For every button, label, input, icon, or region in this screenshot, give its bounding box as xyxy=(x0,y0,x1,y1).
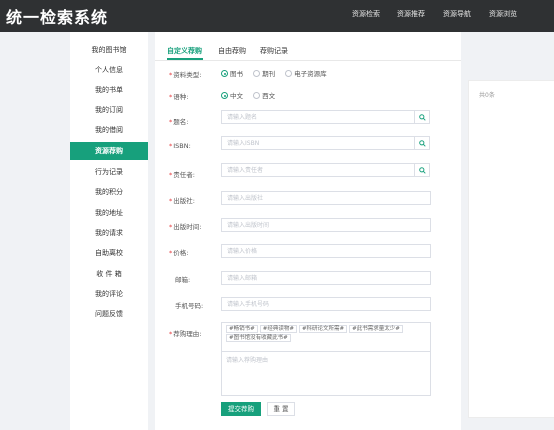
nav-resource-recommend[interactable]: 资源推荐 xyxy=(397,9,425,19)
radio-e-resource[interactable]: 电子资源库 xyxy=(285,68,327,78)
nav-resource-navigation[interactable]: 资源导航 xyxy=(443,9,471,19)
tab-recommend-records[interactable]: 荐购记录 xyxy=(260,46,288,56)
reason-tags: #畅销书# #经典读物# #科研论文所需# #此书需求量太少# #图书馆没有收藏此书# xyxy=(226,325,428,343)
radio-western[interactable]: 西文 xyxy=(253,90,275,100)
phone-label: 手机号码: xyxy=(175,302,204,310)
top-bar: 统一检索系统 资源检索 资源推荐 资源导航 资源浏览 xyxy=(0,0,554,32)
isbn-search-button[interactable] xyxy=(414,136,430,150)
sidebar-item-checkout[interactable]: 自助离校 xyxy=(70,244,148,262)
sidebar-item-comments[interactable]: 我的评论 xyxy=(70,285,148,303)
sidebar-item-profile[interactable]: 个人信息 xyxy=(70,61,148,79)
resource-type-label: *资料类型: xyxy=(169,71,202,79)
app-title: 统一检索系统 xyxy=(6,8,109,27)
sidebar-item-requests[interactable]: 我的请求 xyxy=(70,224,148,242)
title-input[interactable] xyxy=(221,110,415,124)
nav-resource-browse[interactable]: 资源浏览 xyxy=(489,9,517,19)
publisher-input[interactable] xyxy=(221,191,431,205)
radio-chinese[interactable]: 中文 xyxy=(221,90,243,100)
reason-label: *荐购理由: xyxy=(169,330,202,338)
tab-custom-recommend[interactable]: 自定义荐购 xyxy=(167,46,202,56)
reason-tag[interactable]: #经典读物# xyxy=(259,325,297,333)
title-search-button[interactable] xyxy=(414,110,430,124)
sidebar: 我的图书馆 个人信息 我的书单 我的订阅 我的借阅 资源荐购 行为记录 我的积分… xyxy=(70,32,148,430)
title-label: *题名: xyxy=(169,118,189,126)
submit-recommend-button[interactable]: 提交荐购 xyxy=(221,402,261,416)
publisher-label: *出版社: xyxy=(169,197,195,205)
search-icon xyxy=(419,140,426,147)
sidebar-item-address[interactable]: 我的地址 xyxy=(70,204,148,222)
author-label: *责任者: xyxy=(169,171,195,179)
records-count: 共0条 xyxy=(479,92,495,99)
email-label: 邮箱: xyxy=(175,276,191,284)
language-label: *语种: xyxy=(169,93,189,101)
sidebar-item-recommend[interactable]: 资源荐购 xyxy=(70,142,148,160)
radio-book[interactable]: 图书 xyxy=(221,68,243,78)
search-icon xyxy=(419,167,426,174)
sidebar-item-booklist[interactable]: 我的书单 xyxy=(70,81,148,99)
reset-button[interactable]: 重 置 xyxy=(267,402,295,416)
pub-date-label: *出版时间: xyxy=(169,223,202,231)
sidebar-item-points[interactable]: 我的积分 xyxy=(70,183,148,201)
radio-journal[interactable]: 期刊 xyxy=(253,68,275,78)
sidebar-item-my-library[interactable]: 我的图书馆 xyxy=(70,41,148,59)
sidebar-item-feedback[interactable]: 问题反馈 xyxy=(70,305,148,323)
sidebar-item-inbox[interactable]: 收 件 箱 xyxy=(70,265,148,283)
sidebar-item-history[interactable]: 行为记录 xyxy=(70,163,148,181)
isbn-input[interactable] xyxy=(221,136,415,150)
price-label: *价格: xyxy=(169,249,189,257)
email-input[interactable] xyxy=(221,271,431,285)
sidebar-item-subscriptions[interactable]: 我的订阅 xyxy=(70,101,148,119)
isbn-label: *ISBN: xyxy=(169,142,191,150)
reason-tag[interactable]: #畅销书# xyxy=(226,325,258,333)
reason-box: #畅销书# #经典读物# #科研论文所需# #此书需求量太少# #图书馆没有收藏此书# xyxy=(221,322,431,396)
price-input[interactable] xyxy=(221,244,431,258)
search-icon xyxy=(419,114,426,121)
resource-type-radio-group: 图书 期刊 电子资源库 xyxy=(221,68,335,78)
reason-tag[interactable]: #此书需求量太少# xyxy=(349,325,403,333)
reason-tag[interactable]: #科研论文所需# xyxy=(298,325,348,333)
reason-tag[interactable]: #图书馆没有收藏此书# xyxy=(226,334,291,342)
phone-input[interactable] xyxy=(221,297,431,311)
author-search-button[interactable] xyxy=(414,163,430,177)
recommend-form-panel: 自定义荐购 自由荐购 荐购记录 *资料类型: 图书 期刊 电子资源库 *语种: … xyxy=(155,32,461,430)
tab-free-recommend[interactable]: 自由荐购 xyxy=(218,46,246,56)
records-panel: 共0条 xyxy=(468,80,554,418)
reason-textarea[interactable] xyxy=(222,351,430,395)
sidebar-item-borrowing[interactable]: 我的借阅 xyxy=(70,121,148,139)
author-input[interactable] xyxy=(221,163,415,177)
language-radio-group: 中文 西文 xyxy=(221,90,283,100)
pub-date-input[interactable] xyxy=(221,218,431,232)
tab-divider xyxy=(155,60,461,61)
nav-resource-search[interactable]: 资源检索 xyxy=(352,9,380,19)
